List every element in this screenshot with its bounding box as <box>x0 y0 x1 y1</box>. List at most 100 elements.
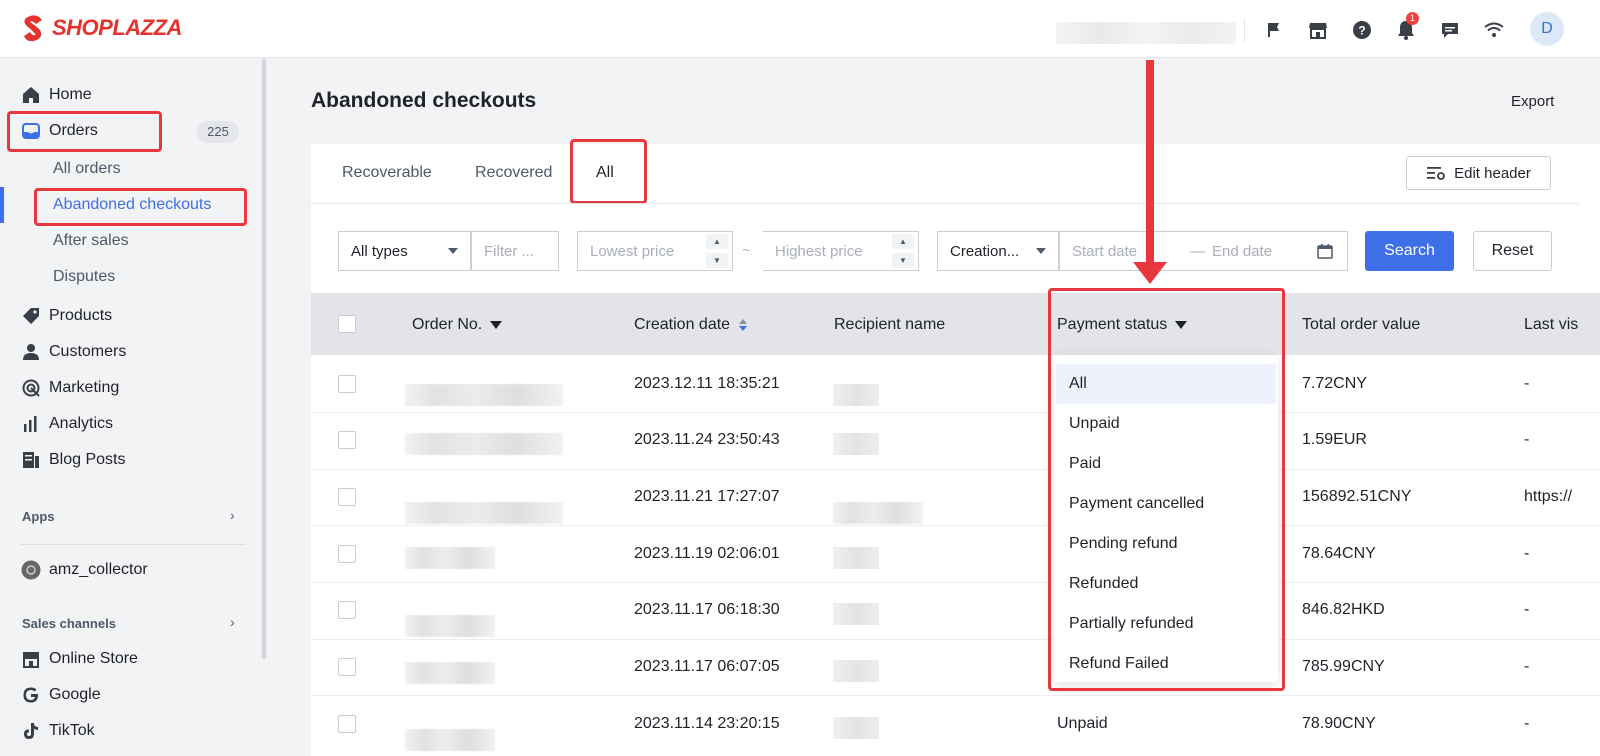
store-icon[interactable] <box>1306 18 1330 42</box>
sidebar-item-after-sales[interactable]: After sales <box>53 232 129 250</box>
sidebar-item-marketing[interactable]: Marketing <box>20 374 119 402</box>
col-order-no-label: Order No. <box>412 316 483 333</box>
recipient-redacted <box>833 384 879 406</box>
reset-button[interactable]: Reset <box>1473 231 1552 271</box>
svg-text:?: ? <box>1358 24 1365 38</box>
row-checkbox[interactable] <box>338 431 356 449</box>
row-checkbox[interactable] <box>338 658 356 676</box>
sidebar-item-label: Products <box>49 307 113 324</box>
sales-channels-section-label[interactable]: Sales channels <box>22 616 116 631</box>
price-separator: ~ <box>742 242 751 258</box>
sidebar-item-app[interactable]: amz_collector <box>20 556 148 584</box>
order-no-redacted[interactable] <box>405 433 563 455</box>
order-no-redacted[interactable] <box>405 662 495 684</box>
sidebar-item-label: Google <box>49 686 101 703</box>
bar-chart-icon <box>20 413 42 435</box>
sidebar-item-disputes[interactable]: Disputes <box>53 268 115 286</box>
sidebar-scrollbar[interactable] <box>262 59 266 659</box>
sidebar-item-blog-posts[interactable]: Blog Posts <box>20 446 125 474</box>
step-down-icon[interactable]: ▼ <box>892 253 914 268</box>
chat-icon[interactable] <box>1438 18 1462 42</box>
lowest-price-input[interactable]: Lowest price ▲ ▼ <box>577 231 733 271</box>
tab-recoverable[interactable]: Recoverable <box>342 164 432 182</box>
search-button[interactable]: Search <box>1365 231 1454 271</box>
order-no-redacted[interactable] <box>405 729 495 751</box>
row-total: 78.64CNY <box>1302 545 1376 562</box>
row-divider <box>311 525 1600 526</box>
sidebar-divider <box>20 544 245 545</box>
order-no-redacted[interactable] <box>405 547 495 569</box>
date-type-select[interactable]: Creation... <box>937 231 1059 271</box>
google-icon <box>20 684 42 706</box>
flag-icon[interactable] <box>1262 18 1286 42</box>
step-up-icon[interactable]: ▲ <box>892 234 914 249</box>
highlight-tab-all <box>570 139 647 204</box>
page-title: Abandoned checkouts <box>311 89 537 112</box>
help-icon[interactable]: ? <box>1350 18 1374 42</box>
calendar-icon <box>1317 244 1333 259</box>
chevron-right-icon[interactable]: › <box>230 614 235 630</box>
row-date: 2023.12.11 18:35:21 <box>634 375 780 392</box>
brand-name: SHOPLAZZA <box>52 15 182 40</box>
step-up-icon[interactable]: ▲ <box>706 234 728 249</box>
wifi-icon[interactable] <box>1482 18 1506 42</box>
date-separator: — <box>1190 242 1205 260</box>
row-checkbox[interactable] <box>338 601 356 619</box>
chevron-right-icon[interactable]: › <box>230 507 235 523</box>
apps-section-label[interactable]: Apps <box>22 509 55 524</box>
sidebar-item-analytics[interactable]: Analytics <box>20 410 113 438</box>
highest-price-stepper[interactable]: ▲ ▼ <box>892 234 914 268</box>
row-checkbox[interactable] <box>338 545 356 563</box>
filter-input[interactable]: Filter ... <box>471 231 559 271</box>
row-total: 78.90CNY <box>1302 715 1376 732</box>
sidebar-item-all-orders[interactable]: All orders <box>53 160 121 178</box>
type-select-value: All types <box>351 242 408 260</box>
active-indicator <box>0 187 4 223</box>
sidebar-item-tiktok[interactable]: TikTok <box>20 717 95 745</box>
row-total: 846.82HKD <box>1302 601 1385 618</box>
start-date-placeholder: Start date <box>1072 242 1138 260</box>
sidebar-item-label: Blog Posts <box>49 451 126 468</box>
sidebar-item-products[interactable]: Products <box>20 302 112 330</box>
step-down-icon[interactable]: ▼ <box>706 253 728 268</box>
notification-badge: 1 <box>1406 12 1419 25</box>
shoplazza-logo[interactable]: SHOPLAZZA <box>22 14 182 42</box>
col-order-no[interactable]: Order No. <box>412 316 503 334</box>
sidebar-item-google[interactable]: Google <box>20 681 101 709</box>
highest-price-input[interactable]: Highest price ▲ ▼ <box>763 231 919 271</box>
sidebar-item-online-store[interactable]: Online Store <box>20 645 138 673</box>
col-recipient: Recipient name <box>834 316 946 333</box>
select-all-checkbox[interactable] <box>338 315 356 333</box>
row-last-visit[interactable]: https:// <box>1524 488 1572 506</box>
sidebar-item-label: Online Store <box>49 650 138 667</box>
order-no-redacted[interactable] <box>405 615 495 637</box>
store-name-redacted[interactable] <box>1056 22 1236 44</box>
sidebar-item-home[interactable]: Home <box>20 81 92 109</box>
recipient-redacted <box>833 433 879 455</box>
caret-down-icon[interactable] <box>490 321 503 329</box>
row-date: 2023.11.17 06:07:05 <box>634 658 780 675</box>
lowest-price-stepper[interactable]: ▲ ▼ <box>706 234 728 268</box>
date-range-picker[interactable]: Start date — End date <box>1059 231 1348 271</box>
recipient-redacted <box>833 502 923 524</box>
user-avatar[interactable]: D <box>1530 12 1564 46</box>
sort-icon[interactable] <box>738 317 748 333</box>
tiktok-icon <box>20 720 42 742</box>
sidebar-item-customers[interactable]: Customers <box>20 338 126 366</box>
row-total: 1.59EUR <box>1302 431 1367 448</box>
row-checkbox[interactable] <box>338 375 356 393</box>
order-no-redacted[interactable] <box>405 502 563 524</box>
order-no-redacted[interactable] <box>405 384 563 406</box>
row-last-visit: - <box>1524 545 1530 562</box>
row-checkbox[interactable] <box>338 715 356 733</box>
col-total: Total order value <box>1302 316 1421 333</box>
tag-icon <box>20 305 42 327</box>
edit-header-button[interactable]: Edit header <box>1406 156 1551 190</box>
col-creation-date[interactable]: Creation date <box>634 316 748 334</box>
row-checkbox[interactable] <box>338 488 356 506</box>
tab-recovered[interactable]: Recovered <box>475 164 552 182</box>
export-button[interactable]: Export <box>1511 93 1554 110</box>
caret-down-icon <box>448 248 458 254</box>
bell-icon[interactable]: 1 <box>1394 12 1419 42</box>
type-select[interactable]: All types <box>338 231 471 271</box>
